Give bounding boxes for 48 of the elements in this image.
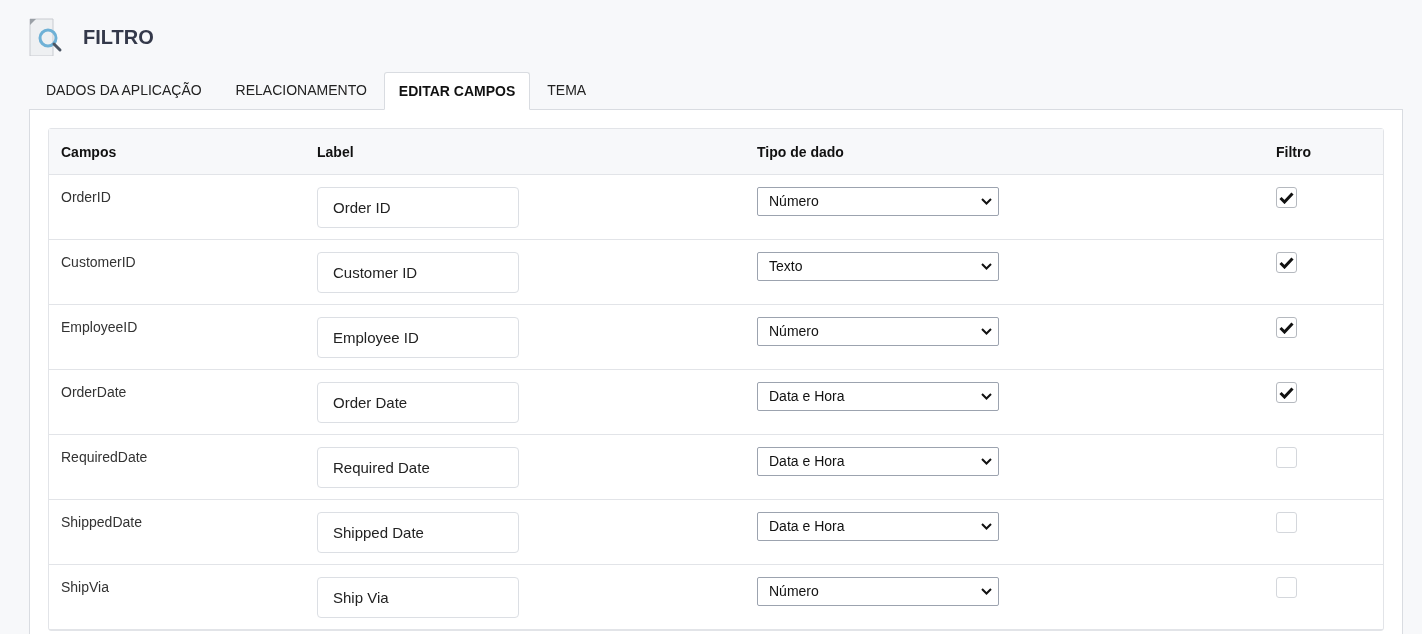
field-name: RequiredDate xyxy=(61,449,148,465)
field-name: ShipVia xyxy=(61,579,109,595)
chevron-down-icon xyxy=(981,458,992,465)
page-title: FILTRO xyxy=(83,25,154,50)
filter-checkbox[interactable] xyxy=(1276,317,1297,338)
filter-checkbox[interactable] xyxy=(1276,382,1297,403)
field-name: CustomerID xyxy=(61,254,136,270)
column-header: Campos xyxy=(61,143,117,160)
field-name: OrderDate xyxy=(61,384,127,400)
chevron-down-icon xyxy=(981,198,992,205)
filter-checkbox[interactable] xyxy=(1276,187,1297,208)
field-name: OrderID xyxy=(61,189,111,205)
tab[interactable]: DADOS DA APLICAÇÃO xyxy=(29,71,219,109)
type-select[interactable]: Número xyxy=(757,187,999,216)
type-select[interactable]: Número xyxy=(757,577,999,606)
label-input[interactable]: Order ID xyxy=(317,187,519,228)
column-header: Label xyxy=(317,143,354,160)
checkmark-icon xyxy=(1279,321,1294,334)
label-input[interactable]: Customer ID xyxy=(317,252,519,293)
chevron-down-icon xyxy=(981,393,992,400)
chevron-down-icon xyxy=(981,263,992,270)
type-select[interactable]: Número xyxy=(757,317,999,346)
checkmark-icon xyxy=(1279,256,1294,269)
chevron-down-icon xyxy=(981,588,992,595)
label-input[interactable]: Ship Via xyxy=(317,577,519,618)
label-input[interactable]: Employee ID xyxy=(317,317,519,358)
label-input[interactable]: Order Date xyxy=(317,382,519,423)
type-select[interactable]: Data e Hora xyxy=(757,382,999,411)
tab[interactable]: EDITAR CAMPOS xyxy=(383,72,531,110)
tab[interactable]: TEMA xyxy=(530,71,604,109)
label-input[interactable]: Required Date xyxy=(317,447,519,488)
filter-checkbox[interactable] xyxy=(1276,252,1297,273)
column-header: Tipo de dado xyxy=(757,143,844,160)
filter-checkbox[interactable] xyxy=(1276,577,1297,598)
field-name: EmployeeID xyxy=(61,319,138,335)
type-select[interactable]: Data e Hora xyxy=(757,447,999,476)
filter-checkbox[interactable] xyxy=(1276,512,1297,533)
type-select[interactable]: Texto xyxy=(757,252,999,281)
type-select[interactable]: Data e Hora xyxy=(757,512,999,541)
field-name: ShippedDate xyxy=(61,514,142,530)
tab[interactable]: RELACIONAMENTO xyxy=(218,71,384,109)
column-header: Filtro xyxy=(1276,143,1311,160)
label-input[interactable]: Shipped Date xyxy=(317,512,519,553)
chevron-down-icon xyxy=(981,523,992,530)
filter-checkbox[interactable] xyxy=(1276,447,1297,468)
chevron-down-icon xyxy=(981,328,992,335)
checkmark-icon xyxy=(1279,191,1294,204)
checkmark-icon xyxy=(1279,386,1294,399)
